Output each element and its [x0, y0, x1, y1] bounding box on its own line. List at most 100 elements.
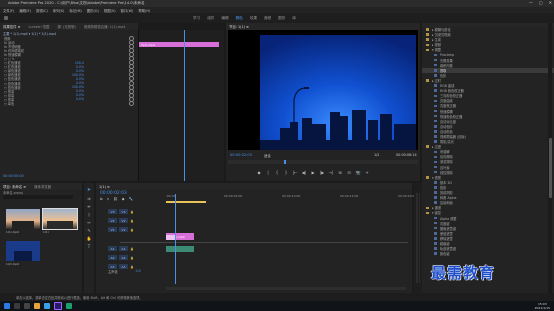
razor-tool-icon[interactable]: ◊	[84, 212, 94, 217]
snap-icon[interactable]: ∩	[107, 197, 110, 201]
close-button[interactable]: ✕	[549, 0, 552, 5]
app-icon[interactable]	[66, 303, 72, 309]
taskbar-clock[interactable]: 15:03 2021/1/15	[535, 302, 550, 310]
type-tool-icon[interactable]: T	[84, 244, 94, 249]
track-select-tool-icon[interactable]: ⇉	[84, 196, 94, 201]
menu-edit[interactable]: 编辑(E)	[19, 8, 31, 13]
explorer-icon[interactable]	[34, 303, 40, 309]
premiere-icon[interactable]	[54, 302, 62, 310]
playback-button[interactable]: ⊞	[337, 170, 343, 175]
playback-button[interactable]: |▶	[319, 170, 325, 175]
add-marker-icon[interactable]: ◆	[122, 197, 125, 201]
slip-tool-icon[interactable]: ↔	[84, 220, 94, 225]
project-item-selected[interactable]: 1(1)	[42, 208, 78, 234]
linked-selection-icon[interactable]: ⛓	[113, 197, 118, 201]
reset-icon[interactable]	[129, 101, 134, 107]
project-search-input[interactable]	[3, 195, 73, 199]
tab-lumetri-scopes[interactable]: Lumetri 范围	[28, 24, 49, 29]
menu-clip[interactable]: 剪辑(C)	[36, 8, 48, 13]
maximize-button[interactable]: ▢	[539, 0, 543, 5]
playback-button[interactable]: |←	[292, 170, 298, 175]
lock-icon[interactable]: 🔒	[130, 247, 134, 251]
home-icon[interactable]	[4, 16, 8, 20]
timeline-timecode[interactable]: 00:00:02:03	[100, 191, 127, 196]
workspace-tab[interactable]: 音频	[264, 16, 271, 21]
resolution-dropdown[interactable]: 1/2	[374, 153, 379, 157]
playback-button[interactable]: +	[364, 170, 370, 175]
clip-chip[interactable]: 1(1).mp4	[139, 42, 219, 47]
program-scrubber[interactable]	[228, 160, 418, 164]
workspace-tab[interactable]: 颜色	[236, 16, 243, 21]
wrench-icon[interactable]: 🔧	[129, 197, 133, 201]
lock-icon[interactable]: 🔒	[130, 210, 134, 214]
menu-graphics[interactable]: 图形(G)	[87, 8, 99, 13]
effect-item[interactable]: 颜色键	[422, 251, 554, 256]
timeline-playhead[interactable]	[175, 194, 176, 284]
track-name[interactable]: V2	[119, 218, 128, 223]
lock-icon[interactable]: 🔒	[130, 265, 134, 269]
tab-audio-mixer[interactable]: 音频剪辑混合器: 1(1).mp4	[84, 24, 126, 29]
playback-button[interactable]: 📷	[355, 170, 361, 175]
pen-tool-icon[interactable]: ✎	[84, 228, 94, 233]
start-icon[interactable]	[4, 303, 10, 309]
track-name[interactable]: A2	[119, 255, 128, 260]
track-header[interactable]: V1 V1 🔒	[108, 225, 408, 234]
browser-icon[interactable]	[44, 303, 50, 309]
track-header[interactable]: V2 V2 🔒	[108, 216, 408, 225]
playback-button[interactable]: {	[274, 170, 280, 175]
master-value[interactable]: 0.0	[136, 269, 141, 274]
program-playhead[interactable]	[284, 160, 286, 164]
menu-sequence[interactable]: 序列(S)	[53, 8, 65, 13]
tab-project[interactable]: 项目: 未命名 ≡	[3, 184, 26, 189]
workspace-tab[interactable]: 学习	[193, 16, 200, 21]
track-target-toggle[interactable]: V1	[108, 227, 117, 232]
track-target-toggle[interactable]: V2	[108, 218, 117, 223]
tab-program[interactable]: 节目: 1(1) ≡	[229, 24, 249, 29]
playback-button[interactable]: |	[265, 170, 271, 175]
lock-icon[interactable]: 🔒	[130, 256, 134, 260]
menu-help[interactable]: 帮助(H)	[138, 8, 150, 13]
track-header[interactable]: A2 A2 🔒	[108, 253, 408, 262]
playback-button[interactable]: ◆	[256, 170, 262, 175]
hand-tool-icon[interactable]: ✋	[84, 236, 94, 241]
playhead[interactable]	[184, 30, 185, 181]
workspace-tab[interactable]: 图形	[278, 16, 285, 21]
nest-icon[interactable]: ⧉	[100, 197, 103, 201]
track-header[interactable]: A3 A3 🔒	[108, 262, 408, 271]
task-view-icon[interactable]	[24, 303, 30, 309]
project-item[interactable]: 1(1).mp4	[6, 209, 40, 234]
workspace-tab[interactable]: 库	[292, 16, 296, 21]
menu-marker[interactable]: 标记(M)	[69, 8, 81, 13]
lock-icon[interactable]: 🔒	[130, 219, 134, 223]
fit-dropdown[interactable]: 适合	[264, 153, 271, 158]
playback-button[interactable]: ▶	[310, 170, 316, 175]
track-target-toggle[interactable]: V3	[108, 209, 117, 214]
track-name[interactable]: V1	[119, 227, 128, 232]
program-timecode[interactable]: 00:00:02:03	[230, 153, 252, 157]
time-ruler[interactable]: :00:00 00:00:05:00 00:00:10:00 00:00:15:00 0…	[166, 194, 416, 200]
track-header[interactable]: V3 V3 🔒	[108, 207, 408, 216]
video-canvas[interactable]	[228, 30, 418, 150]
selection-tool-icon[interactable]: ➤	[84, 187, 94, 193]
effect-property-row[interactable]: ○ 单色	[4, 101, 138, 107]
workspace-tab[interactable]: 组件	[207, 16, 214, 21]
tab-effect-controls[interactable]: 效果控件 ≡	[3, 24, 20, 29]
playback-button[interactable]: ⊟	[346, 170, 352, 175]
track-target-toggle[interactable]: A1	[108, 246, 117, 251]
lock-icon[interactable]: 🔒	[130, 228, 134, 232]
property-value[interactable]: 0.0%	[44, 97, 84, 101]
menu-file[interactable]: 文件(F)	[3, 8, 14, 13]
workspace-tab[interactable]: 效果	[250, 16, 257, 21]
minimize-button[interactable]: —	[529, 0, 533, 5]
track-target-toggle[interactable]: A2	[108, 255, 117, 260]
track-header[interactable]: A1 A1 🔒	[108, 244, 408, 253]
track-name[interactable]: V3	[119, 209, 128, 214]
work-area-bar[interactable]	[166, 201, 206, 203]
search-icon[interactable]	[14, 303, 20, 309]
scrollbar-thumb[interactable]	[548, 138, 552, 198]
tab-media-browser[interactable]: 媒体浏览器	[34, 184, 51, 189]
ripple-edit-tool-icon[interactable]: ⇹	[84, 204, 94, 209]
audio-clip[interactable]	[166, 246, 194, 252]
tab-sequence[interactable]: 1(1) ≡	[99, 185, 110, 189]
playback-button[interactable]: ◀|	[301, 170, 307, 175]
